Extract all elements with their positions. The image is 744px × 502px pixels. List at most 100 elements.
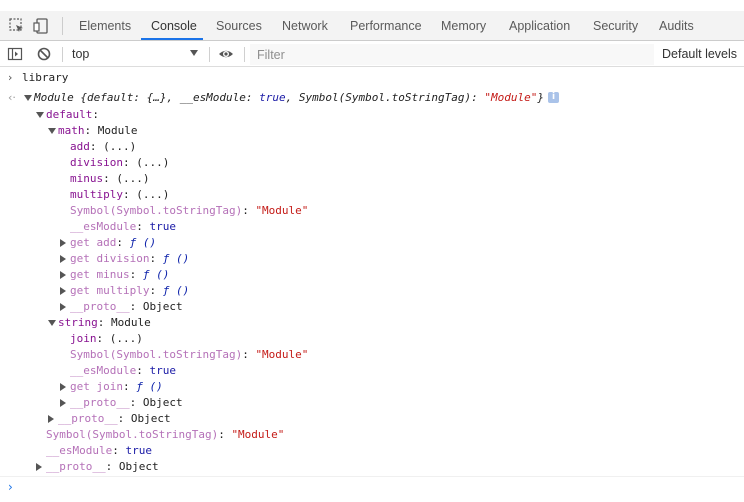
tree-row: division: (...) [0, 155, 744, 171]
toolbar-divider [62, 17, 63, 35]
property-key: add [70, 140, 90, 153]
property-value: ƒ () [142, 268, 170, 281]
property-key: Symbol(Symbol.toStringTag) [46, 428, 219, 441]
tree-row-content: __esModule: true [46, 444, 152, 457]
device-toolbar-icon[interactable] [33, 17, 51, 35]
collapse-triangle-icon[interactable] [48, 128, 56, 134]
info-icon[interactable]: i [548, 92, 559, 103]
tree-row-content: __proto__: Object [70, 396, 183, 409]
console-input-text: library [22, 71, 69, 84]
property-value: ƒ () [162, 252, 190, 265]
chevron-down-icon[interactable] [190, 50, 198, 56]
clear-console-icon[interactable] [36, 46, 52, 62]
expand-triangle-icon[interactable] [48, 415, 54, 423]
tab-performance[interactable]: Performance [350, 19, 422, 33]
toolbar-divider [209, 47, 210, 62]
collapse-triangle-icon[interactable] [48, 320, 56, 326]
tree-row-content: get division: ƒ () [70, 252, 190, 265]
property-key: get minus [70, 268, 130, 281]
property-key: __proto__ [70, 300, 130, 313]
property-key: get division [70, 252, 150, 265]
tree-row: __esModule: true [0, 443, 744, 459]
tree-row[interactable]: get division: ƒ () [0, 251, 744, 267]
tree-row-content: __proto__: Object [46, 460, 159, 473]
tab-console[interactable]: Console [151, 19, 197, 33]
tree-row-content: __esModule: true [70, 220, 176, 233]
tree-row[interactable]: get multiply: ƒ () [0, 283, 744, 299]
tree-row-content: __proto__: Object [70, 300, 183, 313]
expand-triangle-icon[interactable] [60, 287, 66, 295]
property-key: multiply [70, 188, 123, 201]
tree-row[interactable]: __proto__: Object [0, 299, 744, 315]
collapse-triangle-icon[interactable] [36, 112, 44, 118]
tree-row[interactable]: __proto__: Object [0, 411, 744, 427]
tree-row-content: string: Module [58, 316, 151, 329]
expand-triangle-icon[interactable] [60, 255, 66, 263]
tree-row-content: minus: (...) [70, 172, 150, 185]
sidebar-toggle-icon[interactable] [7, 46, 23, 62]
tree-row[interactable]: default: [0, 107, 744, 123]
console-result-line[interactable]: ‹· Module {default: {…}, __esModule: tru… [0, 90, 744, 106]
property-key: __esModule [46, 444, 113, 457]
result-arrow-icon: ‹· [8, 91, 16, 104]
tree-row-content: multiply: (...) [70, 188, 170, 201]
expand-triangle-icon[interactable] [24, 95, 32, 101]
tree-row-content: Symbol(Symbol.toStringTag): "Module" [70, 348, 309, 361]
tree-row[interactable]: string: Module [0, 315, 744, 331]
tree-row-content: Symbol(Symbol.toStringTag): "Module" [46, 428, 285, 441]
property-value: "Module" [255, 348, 309, 361]
tree-row-content: division: (...) [70, 156, 170, 169]
tab-application[interactable]: Application [509, 19, 570, 33]
tree-row[interactable]: __proto__: Object [0, 395, 744, 411]
property-value: Object [142, 300, 183, 313]
tree-row-content: get add: ƒ () [70, 236, 157, 249]
console-input-line: › library [0, 70, 744, 86]
property-key: __proto__ [58, 412, 118, 425]
inspect-element-icon[interactable] [8, 17, 26, 35]
result-summary: Module {default: {…}, __esModule: true, … [34, 91, 544, 104]
tab-network[interactable]: Network [282, 19, 328, 33]
expand-triangle-icon[interactable] [36, 463, 42, 471]
tree-row: __esModule: true [0, 363, 744, 379]
tab-audits[interactable]: Audits [659, 19, 694, 33]
eye-icon[interactable] [218, 46, 234, 62]
tab-sources[interactable]: Sources [216, 19, 262, 33]
console-prompt-icon[interactable]: › [8, 480, 13, 494]
property-key: get multiply [70, 284, 150, 297]
property-key: default [46, 108, 93, 121]
tree-row-content: Symbol(Symbol.toStringTag): "Module" [70, 204, 309, 217]
active-tab-indicator [141, 38, 203, 40]
property-value: (...) [116, 172, 150, 185]
property-value: (...) [136, 156, 170, 169]
tree-row: Symbol(Symbol.toStringTag): "Module" [0, 347, 744, 363]
context-selector[interactable]: top [72, 47, 89, 61]
filter-input[interactable] [250, 44, 654, 65]
tab-elements[interactable]: Elements [79, 19, 131, 33]
expand-triangle-icon[interactable] [60, 303, 66, 311]
property-key: division [70, 156, 123, 169]
tree-row[interactable]: get minus: ƒ () [0, 267, 744, 283]
property-key: get join [70, 380, 123, 393]
tree-row: multiply: (...) [0, 187, 744, 203]
expand-triangle-icon[interactable] [60, 271, 66, 279]
tree-row[interactable]: __proto__: Object [0, 459, 744, 475]
property-value: Object [142, 396, 183, 409]
property-value: Module [97, 124, 138, 137]
tree-row-content: __esModule: true [70, 364, 176, 377]
property-value: "Module" [255, 204, 309, 217]
tree-row: join: (...) [0, 331, 744, 347]
tree-row[interactable]: get join: ƒ () [0, 379, 744, 395]
expand-triangle-icon[interactable] [60, 239, 66, 247]
tree-row-content: get join: ƒ () [70, 380, 163, 393]
tree-row-content: math: Module [58, 124, 138, 137]
tree-row[interactable]: math: Module [0, 123, 744, 139]
tree-row[interactable]: get add: ƒ () [0, 235, 744, 251]
default-levels-dropdown[interactable]: Default levels [662, 47, 737, 61]
tree-row: Symbol(Symbol.toStringTag): "Module" [0, 203, 744, 219]
expand-triangle-icon[interactable] [60, 399, 66, 407]
toolbar-divider [62, 47, 63, 62]
tab-memory[interactable]: Memory [441, 19, 486, 33]
tab-security[interactable]: Security [593, 19, 638, 33]
expand-triangle-icon[interactable] [60, 383, 66, 391]
property-value: Object [118, 460, 159, 473]
